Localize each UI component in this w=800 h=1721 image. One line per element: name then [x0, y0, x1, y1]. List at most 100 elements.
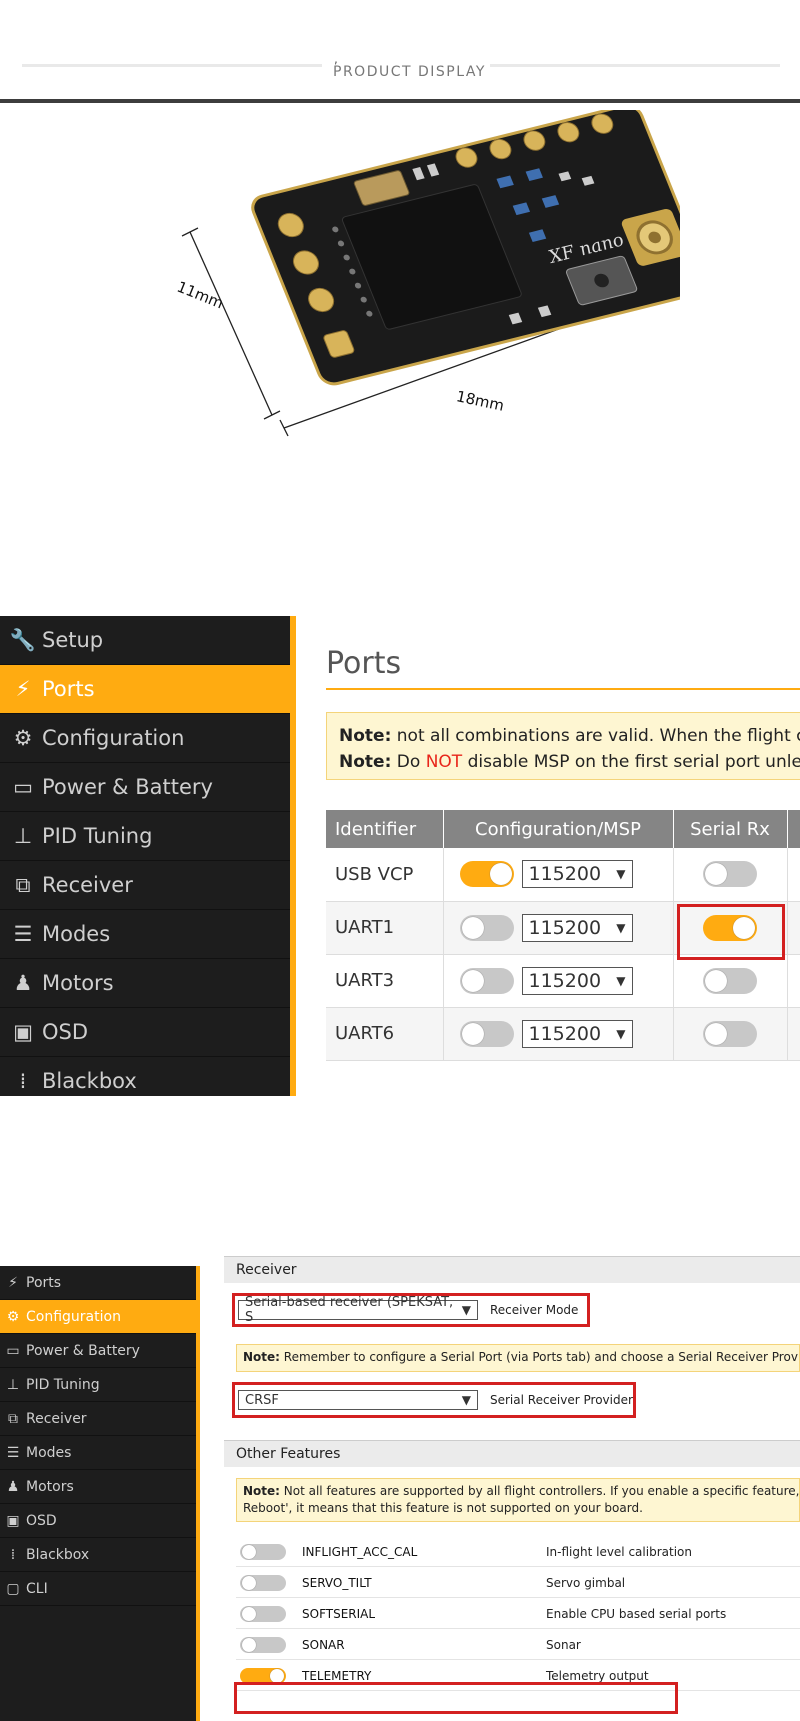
baud-rate-select[interactable]: 115200 ▼	[521, 913, 633, 942]
msp-cell: 115200 ▼	[443, 954, 674, 1008]
feature-row: SONAR Sonar	[236, 1629, 800, 1660]
sidebar-item-receiver[interactable]: ⧉ Receiver	[0, 861, 290, 910]
toggle-knob	[242, 1576, 256, 1590]
title-rule	[326, 688, 800, 690]
baud-rate-select[interactable]: 115200 ▼	[521, 860, 633, 889]
baud-rate-select[interactable]: 115200 ▼	[521, 1019, 633, 1048]
note-text: Remember to configure a Serial Port (via…	[279, 1350, 800, 1364]
sidebar-item-label: Blackbox	[42, 1069, 137, 1093]
toggle-knob	[242, 1545, 256, 1559]
sidebar-accent-edge	[290, 616, 296, 1096]
table-row: USB VCP 115200 ▼	[326, 848, 800, 902]
chevron-down-icon: ▼	[616, 920, 626, 935]
toggle-switch[interactable]	[459, 914, 514, 941]
note-text: Not all features are supported by all fl…	[279, 1484, 800, 1498]
serial-rx-cell	[673, 954, 788, 1008]
config-sidebar: ⚡ Ports ⚙ Configuration ▭ Power & Battery ⊥ PID…	[0, 1266, 196, 1721]
sidebar-item-receiver[interactable]: ⧉ Receiver	[0, 1402, 196, 1436]
sidebar-item-ports[interactable]: ⚡ Ports	[0, 665, 290, 714]
telemetry-highlight	[234, 1682, 678, 1714]
toggle-knob	[242, 1607, 256, 1621]
toggle-switch[interactable]	[703, 967, 757, 994]
toggle-switch[interactable]	[459, 1020, 514, 1047]
note-text: not all combinations are valid. When the…	[391, 726, 800, 746]
toggle-switch[interactable]	[240, 1606, 286, 1622]
col-serial-rx: Serial Rx	[673, 810, 788, 848]
note-warning-word: NOT	[425, 752, 463, 772]
feature-row: INFLIGHT_ACC_CAL In-flight level calibrat…	[236, 1536, 800, 1567]
sidebar-item-ports[interactable]: ⚡ Ports	[0, 1266, 196, 1300]
plug-icon: ⚡	[15, 677, 31, 701]
pid-icon: ⊥	[13, 824, 33, 848]
sidebar-item-configuration[interactable]: ⚙ Configuration	[0, 1300, 196, 1334]
sidebar-item-setup[interactable]: 🔧 Setup	[0, 616, 290, 665]
osd-icon: ▣	[13, 1020, 33, 1044]
col-configuration-msp: Configuration/MSP	[443, 810, 674, 848]
sidebar-item-label: Motors	[42, 971, 114, 995]
sidebar-item-label: CLI	[26, 1580, 48, 1597]
sidebar-item-motors[interactable]: ♟ Motors	[0, 959, 290, 1008]
toggle-switch[interactable]	[240, 1544, 286, 1560]
toggle-switch[interactable]	[703, 1020, 757, 1047]
sidebar-item-modes[interactable]: ☰ Modes	[0, 1436, 196, 1470]
toggle-switch[interactable]	[459, 861, 514, 888]
sidebar-item-pid-tuning[interactable]: ⊥ PID Tuning	[0, 1368, 196, 1402]
note-text: Do	[391, 752, 426, 772]
feature-description: Sonar	[546, 1638, 581, 1652]
sidebar-item-power-battery[interactable]: ▭ Power & Battery	[0, 1334, 196, 1368]
modes-icon: ☰	[6, 1444, 20, 1461]
sidebar-item-cli[interactable]: ▢ CLI	[0, 1572, 196, 1606]
serial-provider-highlight	[232, 1382, 636, 1418]
toggle-switch[interactable]	[703, 861, 757, 888]
receiver-icon: ⧉	[15, 872, 31, 897]
sidebar-item-label: Modes	[42, 922, 111, 946]
sidebar-item-configuration[interactable]: ⚙ Configuration	[0, 714, 290, 763]
toggle-switch[interactable]	[459, 967, 514, 994]
baud-rate-value: 115200	[528, 1022, 602, 1045]
port-identifier: UART1	[326, 901, 444, 955]
toggle-switch[interactable]	[240, 1637, 286, 1653]
more-cell	[787, 954, 800, 1008]
gear-icon: ⚙	[6, 1308, 20, 1325]
osd-icon: ▣	[6, 1512, 20, 1529]
sidebar-item-pid-tuning[interactable]: ⊥ PID Tuning	[0, 812, 290, 861]
more-cell	[787, 1007, 800, 1061]
sidebar-item-label: OSD	[42, 1020, 89, 1044]
ports-screenshot: 🔧 Setup ⚡ Ports ⚙ Configuration ▭ Power & Batte…	[0, 616, 800, 1096]
receiver-board-illustration: XF nano	[181, 104, 710, 437]
serial-rx-highlight	[677, 904, 785, 960]
feature-description: In-flight level calibration	[546, 1545, 692, 1559]
header-line-right	[490, 64, 780, 67]
receiver-mode-highlight	[232, 1293, 590, 1327]
battery-icon: ▭	[13, 775, 33, 799]
feature-description: Telemetry output	[546, 1669, 649, 1683]
toggle-switch[interactable]	[240, 1575, 286, 1591]
sidebar-item-osd[interactable]: ▣ OSD	[0, 1504, 196, 1538]
sidebar-item-label: Receiver	[26, 1410, 87, 1427]
sidebar-item-motors[interactable]: ♟ Motors	[0, 1470, 196, 1504]
sidebar-item-modes[interactable]: ☰ Modes	[0, 910, 290, 959]
more-cell	[787, 901, 800, 955]
sidebar-item-blackbox[interactable]: ⁞ Blackbox	[0, 1538, 196, 1572]
sidebar-item-power-battery[interactable]: ▭ Power & Battery	[0, 763, 290, 812]
sidebar-item-label: PID Tuning	[26, 1376, 100, 1393]
feature-name: SOFTSERIAL	[302, 1607, 376, 1621]
baud-rate-select[interactable]: 115200 ▼	[521, 966, 633, 995]
port-identifier: UART6	[326, 1007, 444, 1061]
config-content: Receiver Serial-based receiver (SPEKSAT,…	[224, 1256, 800, 1721]
msp-cell: 115200 ▼	[443, 1007, 674, 1061]
sidebar-item-blackbox[interactable]: ⁞ Blackbox	[0, 1057, 290, 1096]
feature-description: Servo gimbal	[546, 1576, 626, 1590]
receiver-note: Note: Remember to configure a Serial Por…	[236, 1344, 800, 1372]
sidebar-item-osd[interactable]: ▣ OSD	[0, 1008, 290, 1057]
motor-icon: ♟	[13, 971, 33, 995]
toggle-knob	[705, 863, 727, 886]
cli-icon: ▢	[6, 1580, 20, 1597]
header-line-left	[22, 64, 322, 67]
baud-rate-value: 115200	[528, 969, 602, 992]
feature-name: INFLIGHT_ACC_CAL	[302, 1545, 418, 1559]
sidebar-item-label: Power & Battery	[42, 775, 213, 799]
ports-note: Note: not all combinations are valid. Wh…	[326, 712, 800, 780]
receiver-section-header: Receiver	[224, 1256, 800, 1283]
serial-rx-cell	[673, 1007, 788, 1061]
